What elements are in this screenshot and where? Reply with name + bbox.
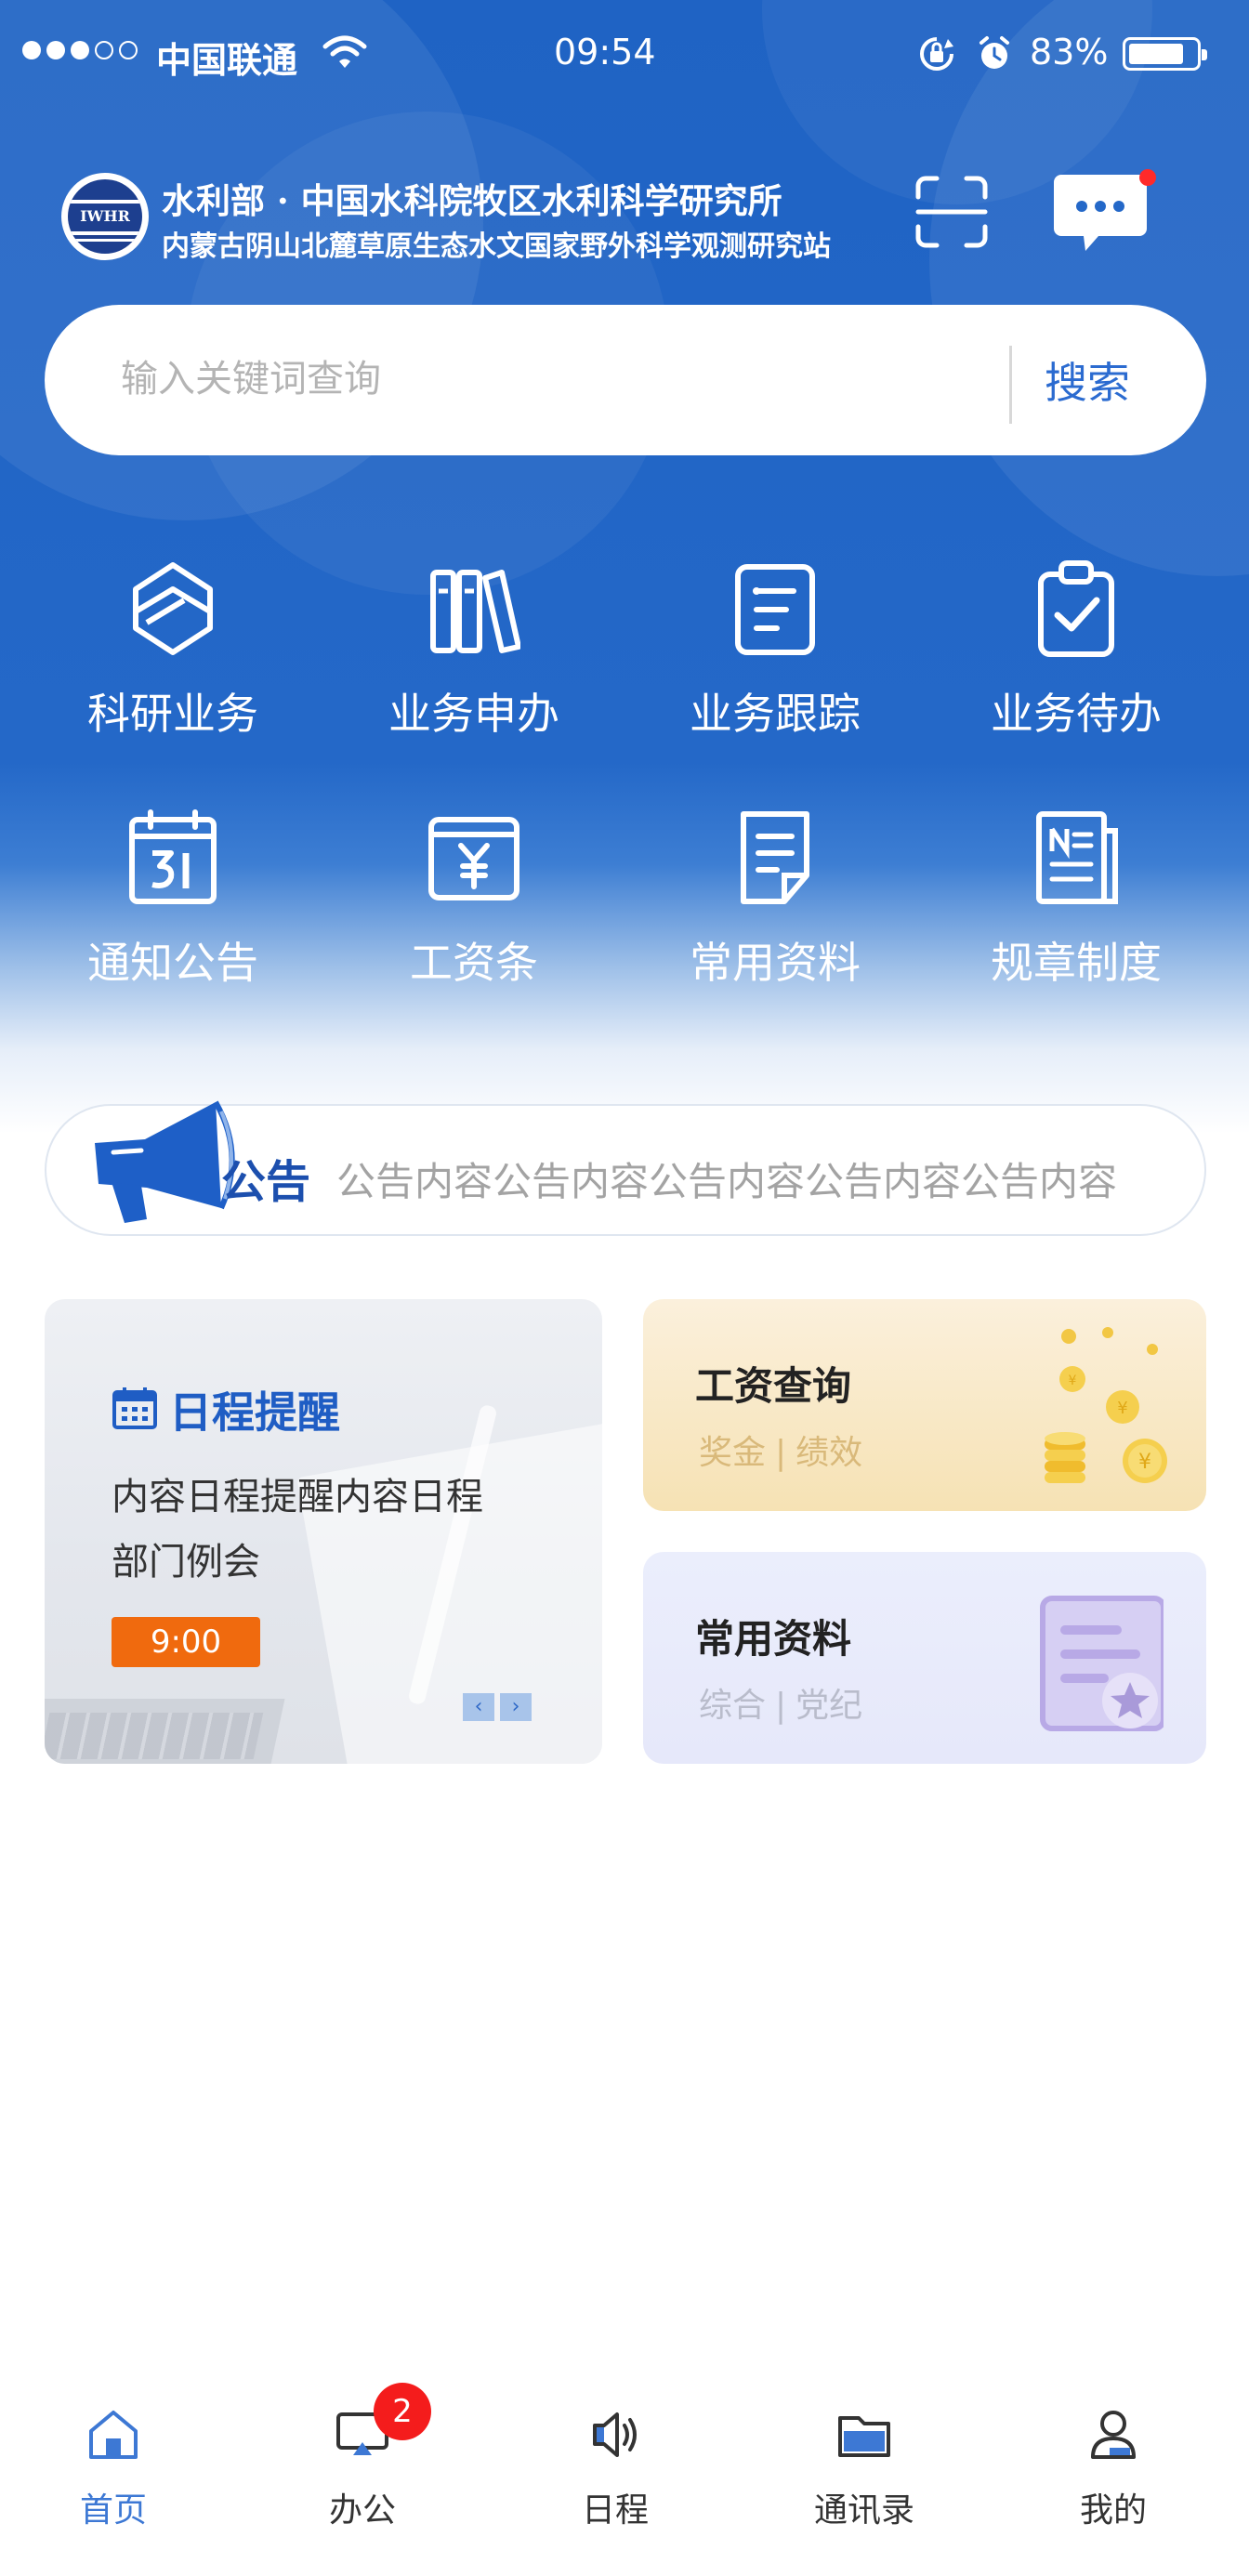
common-docs-card[interactable]: 常用资料 综合 | 党纪 xyxy=(643,1552,1206,1764)
search-button[interactable]: 搜索 xyxy=(1045,349,1130,411)
message-icon[interactable] xyxy=(1052,171,1149,255)
research-icon xyxy=(133,562,213,655)
tab-label: 办公 xyxy=(328,2491,396,2530)
clock-time: 09:54 xyxy=(554,32,656,72)
grid-label: 科研业务 xyxy=(87,689,258,739)
status-bar: 中国联通 09:54 83% xyxy=(0,0,1249,110)
separator: | xyxy=(775,1687,787,1725)
scan-icon[interactable] xyxy=(914,175,989,249)
svg-text:¥: ¥ xyxy=(1138,1451,1151,1474)
schedule-time-badge: 9:00 xyxy=(112,1617,260,1667)
grid-label: 通知公告 xyxy=(87,938,258,988)
grid-item-common-docs[interactable]: 常用资料 xyxy=(624,807,926,1048)
schedule-content: 内容日程提醒内容日程 xyxy=(112,1476,483,1518)
svg-text:¥: ¥ xyxy=(1069,1373,1077,1388)
tab-home[interactable]: 首页 xyxy=(30,2407,197,2546)
grid-item-regulations[interactable]: 规章制度 xyxy=(926,807,1227,1048)
carrier-name: 中国联通 xyxy=(156,40,298,81)
document-icon xyxy=(741,811,809,904)
salary-performance-link[interactable]: 绩效 xyxy=(795,1434,862,1472)
docs-card-title: 常用资料 xyxy=(695,1616,852,1662)
grid-item-apply[interactable]: 业务申办 xyxy=(323,558,624,799)
grid-item-salary-slip[interactable]: 工资条 xyxy=(323,807,624,1048)
grid-item-todo[interactable]: 业务待办 xyxy=(926,558,1227,799)
speaker-icon xyxy=(593,2412,637,2457)
battery-percent: 83% xyxy=(1030,32,1109,72)
books-icon xyxy=(430,570,520,653)
clipboard-check-icon xyxy=(1038,560,1114,657)
grid-item-tracking[interactable]: 业务跟踪 xyxy=(624,558,926,799)
grid-label: 业务待办 xyxy=(991,689,1162,739)
schedule-card[interactable]: 日程提醒 内容日程提醒内容日程 部门例会 9:00 ‹ › xyxy=(45,1299,602,1764)
document-star-icon xyxy=(1040,1596,1164,1731)
announcement-content: 公告内容公告内容公告内容公告内容公告内容 xyxy=(336,1159,1118,1204)
calendar-notice-icon xyxy=(129,809,217,904)
schedule-title: 日程提醒 xyxy=(169,1387,340,1438)
tab-label: 日程 xyxy=(581,2491,649,2530)
search-divider xyxy=(1009,346,1012,424)
grid-item-notice[interactable]: 通知公告 xyxy=(22,807,323,1048)
tab-label: 首页 xyxy=(79,2491,147,2530)
folder-icon xyxy=(838,2416,890,2457)
announcement-title: 公告 xyxy=(221,1156,311,1208)
wifi-icon xyxy=(322,35,367,68)
tab-label: 通讯录 xyxy=(813,2491,914,2530)
docs-general-link[interactable]: 综合 xyxy=(699,1687,766,1725)
salary-slip-icon xyxy=(428,817,519,900)
background-keyboard-image xyxy=(45,1713,264,1759)
unread-dot xyxy=(1139,169,1156,186)
search-input[interactable] xyxy=(121,342,1013,416)
schedule-next-button[interactable]: › xyxy=(500,1693,532,1721)
salary-bonus-link[interactable]: 奖金 xyxy=(699,1434,766,1472)
docs-discipline-link[interactable]: 党纪 xyxy=(795,1687,862,1725)
salary-query-card[interactable]: 工资查询 奖金 | 绩效 ¥ ¥ ¥ xyxy=(643,1299,1206,1511)
calendar-icon xyxy=(112,1387,157,1429)
tab-profile[interactable]: 我的 xyxy=(1030,2407,1197,2546)
signal-strength-icon xyxy=(22,41,138,59)
search-bar: 搜索 xyxy=(45,305,1206,455)
salary-card-subtitle: 奖金 | 绩效 xyxy=(699,1426,862,1474)
tab-label: 我的 xyxy=(1079,2491,1147,2530)
office-notification-badge: 2 xyxy=(374,2383,431,2440)
coins-icon: ¥ ¥ ¥ xyxy=(1045,1327,1167,1483)
alarm-icon xyxy=(979,36,1009,69)
tab-office[interactable]: 2 办公 xyxy=(279,2383,446,2546)
rotation-lock-icon xyxy=(920,37,953,71)
grid-label: 工资条 xyxy=(410,938,538,988)
docs-card-subtitle: 综合 | 党纪 xyxy=(699,1678,862,1727)
grid-label: 业务跟踪 xyxy=(690,689,861,739)
grid-label: 业务申办 xyxy=(388,689,559,739)
tab-contacts[interactable]: 通讯录 xyxy=(781,2407,948,2546)
schedule-prev-button[interactable]: ‹ xyxy=(463,1693,494,1721)
grid-label: 规章制度 xyxy=(991,938,1162,988)
logo-text: IWHR xyxy=(80,207,130,225)
org-logo: IWHR xyxy=(61,173,149,260)
tracking-icon xyxy=(735,564,815,655)
user-icon xyxy=(1091,2411,1136,2459)
battery-icon xyxy=(1123,37,1207,71)
announcement-bar[interactable]: 公告 公告内容公告内容公告内容公告内容公告内容 xyxy=(45,1100,1206,1236)
grid-item-research[interactable]: 科研业务 xyxy=(22,558,323,799)
salary-card-title: 工资查询 xyxy=(695,1363,852,1409)
home-icon xyxy=(89,2411,138,2459)
org-title: 水利部 · 中国水科院牧区水利科学研究所 xyxy=(162,180,782,221)
bottom-tab-bar: 首页 2 办公 日程 通讯录 我的 xyxy=(0,2379,1249,2576)
schedule-event: 部门例会 xyxy=(112,1541,260,1584)
svg-text:¥: ¥ xyxy=(1117,1399,1127,1418)
separator: | xyxy=(775,1434,787,1472)
regulations-icon xyxy=(1036,811,1118,904)
grid-label: 常用资料 xyxy=(690,938,861,988)
tab-schedule[interactable]: 日程 xyxy=(532,2407,699,2546)
org-subtitle: 内蒙古阴山北麓草原生态水文国家野外科学观测研究站 xyxy=(162,230,831,263)
